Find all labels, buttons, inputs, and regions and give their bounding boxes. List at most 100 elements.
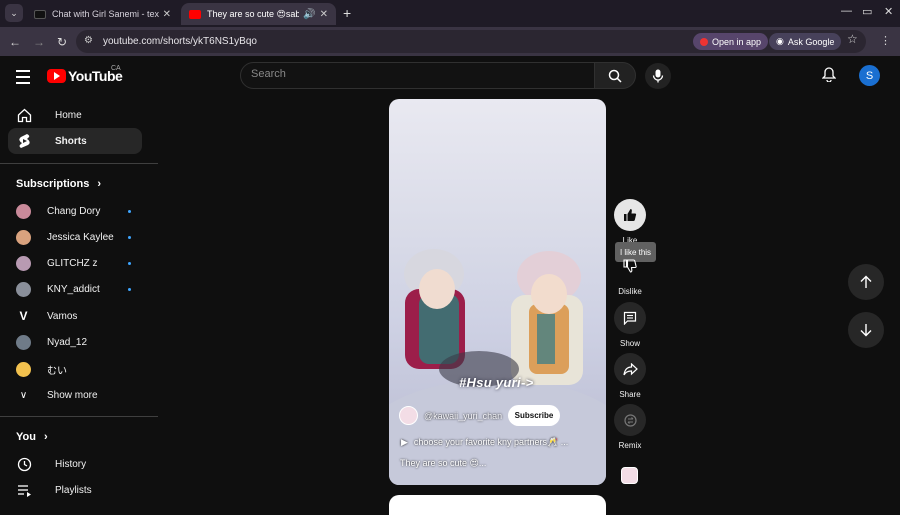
browser-toolbar: ← → ↻ ⚙ youtube.com/shorts/ykT6NS1yBqo O…: [0, 27, 900, 56]
reload-icon[interactable]: ↻: [57, 35, 67, 49]
dislike-button[interactable]: [614, 250, 646, 282]
like-action[interactable]: Like: [611, 199, 649, 245]
channel-avatar: [16, 281, 31, 297]
channel-name: Nyad_12: [47, 336, 88, 348]
channel-avatar: [16, 361, 31, 377]
ask-google-button[interactable]: ◉ Ask Google: [769, 33, 842, 50]
back-icon[interactable]: ←: [9, 35, 21, 49]
comment-icon: [623, 311, 637, 325]
tab-chat[interactable]: Chat with Girl Sanemi - text or ! ✕: [26, 3, 179, 25]
subscription-item[interactable]: KNY_addict: [8, 278, 142, 300]
search-button[interactable]: [594, 62, 636, 89]
previous-short-button[interactable]: [848, 264, 884, 300]
browser-tab-bar: ⌄ Chat with Girl Sanemi - text or ! ✕ Th…: [0, 0, 900, 27]
maximize-button[interactable]: ▭: [862, 5, 872, 18]
dislike-action[interactable]: Dislike: [611, 250, 649, 296]
forward-icon[interactable]: →: [33, 35, 45, 49]
short-description[interactable]: ▶ choose your favorite kny partners🥂 ...: [401, 437, 568, 448]
channel-row[interactable]: @kawaii_yuri_chan: [399, 406, 502, 425]
site-settings-icon[interactable]: ⚙: [84, 35, 93, 46]
search-icon: [608, 69, 622, 83]
channel-name: Vamos: [47, 310, 78, 322]
sidebar-item-playlists[interactable]: Playlists: [8, 477, 142, 503]
comments-action[interactable]: Show: [611, 302, 649, 348]
search-box[interactable]: [240, 62, 595, 89]
remix-action[interactable]: Remix: [611, 404, 649, 450]
account-avatar[interactable]: S: [859, 65, 880, 86]
youtube-app-icon: [700, 37, 708, 46]
sound-avatar[interactable]: [621, 467, 638, 484]
tab-title: Chat with Girl Sanemi - text or !: [52, 9, 159, 19]
region-code: CA: [111, 65, 121, 72]
ask-google-label: Ask Google: [787, 36, 835, 47]
subscription-item[interactable]: Nyad_12: [8, 331, 142, 353]
remix-button[interactable]: [614, 404, 646, 436]
channel-name: Chang Dory: [47, 205, 101, 217]
tab-youtube[interactable]: They are so cute 😍sabito 🔊 ✕: [181, 3, 336, 25]
browser-menu-icon[interactable]: ⋮: [880, 34, 891, 47]
sidebar-item-label: Playlists: [55, 484, 92, 496]
playlists-icon: [16, 482, 32, 498]
minimize-button[interactable]: —: [841, 5, 852, 17]
remix-icon: [623, 413, 637, 427]
new-tab-button[interactable]: +: [343, 5, 351, 21]
video-scene-image: [389, 249, 606, 485]
sidebar: Home Shorts Subscriptions › Chang Dory J…: [0, 96, 158, 506]
voice-search-button[interactable]: [645, 63, 671, 89]
subscription-item[interactable]: Jessica Kaylee: [8, 226, 142, 248]
you-heading[interactable]: You ›: [16, 431, 48, 443]
channel-avatar: [399, 406, 418, 425]
open-in-app-button[interactable]: Open in app: [693, 33, 769, 50]
next-short-button[interactable]: [848, 312, 884, 348]
search-input[interactable]: [251, 68, 581, 80]
youtube-play-icon: [47, 69, 66, 83]
share-action[interactable]: Share: [611, 353, 649, 399]
chevron-right-icon: ›: [97, 178, 102, 190]
channel-avatar: [16, 203, 31, 219]
close-tab-icon[interactable]: ✕: [163, 9, 171, 20]
channel-avatar: V: [19, 308, 28, 323]
speaker-icon[interactable]: 🔊: [303, 9, 315, 20]
tab-title: They are so cute 😍sabito: [207, 8, 300, 19]
short-video-player[interactable]: #Hsu yuri-> @kawaii_yuri_chan Subscribe …: [389, 99, 606, 485]
notifications-bell-icon[interactable]: [821, 67, 837, 87]
channel-name: KNY_addict: [47, 283, 100, 295]
subscription-item[interactable]: むい: [8, 358, 142, 380]
comments-button[interactable]: [614, 302, 646, 334]
thumbs-up-icon: [624, 209, 637, 221]
subscriptions-heading[interactable]: Subscriptions ›: [16, 178, 101, 190]
sidebar-item-history[interactable]: History: [8, 451, 142, 477]
sidebar-item-shorts[interactable]: Shorts: [8, 128, 142, 154]
home-icon: [16, 107, 32, 123]
chevron-down-icon: ∨: [19, 389, 28, 401]
arrow-down-icon: [860, 324, 872, 337]
subscription-item[interactable]: GLITCHZ z: [8, 252, 142, 274]
channel-name: Jessica Kaylee: [47, 231, 114, 243]
like-button[interactable]: [614, 199, 646, 231]
sidebar-item-home[interactable]: Home: [8, 102, 142, 128]
sidebar-item-label: Shorts: [55, 135, 87, 147]
show-more-label: Show more: [47, 389, 98, 401]
show-more-button[interactable]: ∨ Show more: [8, 384, 142, 406]
close-window-button[interactable]: ✕: [884, 5, 893, 18]
subscribe-button[interactable]: Subscribe: [508, 405, 560, 426]
history-icon: [16, 456, 32, 472]
description-text: choose your favorite kny partners🥂 ...: [413, 437, 569, 447]
dislike-label: Dislike: [618, 287, 642, 296]
url-text: youtube.com/shorts/ykT6NS1yBqo: [103, 36, 257, 47]
tab-favicon-icon: [34, 9, 46, 19]
arrow-up-icon: [860, 275, 872, 288]
close-tab-icon[interactable]: ✕: [320, 9, 328, 20]
address-bar[interactable]: ⚙ youtube.com/shorts/ykT6NS1yBqo Open in…: [76, 30, 866, 53]
bookmark-star-icon[interactable]: ☆: [847, 32, 858, 46]
channel-handle: @kawaii_yuri_chan: [424, 410, 503, 421]
next-short-preview[interactable]: [389, 495, 606, 515]
share-button[interactable]: [614, 353, 646, 385]
subscription-item[interactable]: V Vamos: [8, 305, 142, 327]
tab-search-button[interactable]: ⌄: [5, 4, 23, 22]
video-overlay-text: #Hsu yuri->: [459, 375, 534, 390]
hamburger-menu-icon[interactable]: [16, 70, 30, 88]
share-label: Share: [619, 390, 641, 399]
subscription-item[interactable]: Chang Dory: [8, 200, 142, 222]
shorts-icon: [16, 133, 32, 149]
